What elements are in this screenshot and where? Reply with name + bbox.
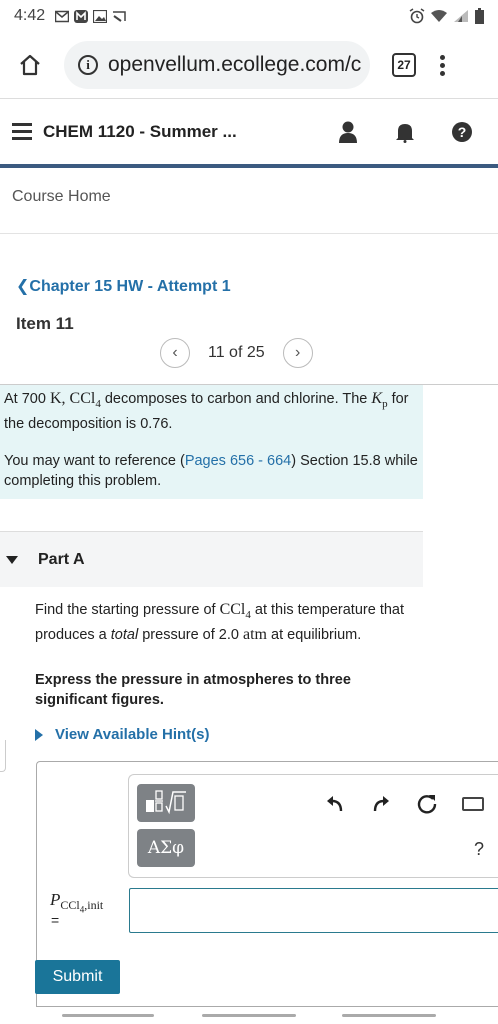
chevron-right-icon: › [294, 344, 301, 361]
submit-button[interactable]: Submit [35, 960, 120, 994]
info-icon[interactable]: i [78, 55, 98, 75]
problem-intro: At 700 K, CCl4 decomposes to carbon and … [0, 385, 423, 499]
reference-note: You may want to reference (Pages 656 - 6… [4, 452, 418, 489]
course-home-link[interactable]: Course Home [12, 188, 111, 206]
chevron-left-icon: ‹ [172, 344, 178, 361]
pager-text: 11 of 25 [208, 344, 265, 361]
collapse-triangle-icon [6, 555, 18, 564]
battery-icon [475, 8, 484, 24]
keyboard-icon[interactable] [462, 793, 484, 815]
item-pager: ‹ 11 of 25 › [160, 338, 313, 368]
expand-triangle-icon [35, 728, 43, 741]
question-text: Find the starting pressure of CCl4 at th… [35, 601, 405, 643]
notification-bell-icon[interactable] [394, 121, 416, 143]
address-bar[interactable]: i openvellum.ecollege.com/c [64, 41, 370, 89]
image-icon [93, 9, 108, 23]
nav-handle-left [62, 1014, 154, 1017]
previous-item-button[interactable]: ‹ [160, 338, 190, 368]
answer-input[interactable] [129, 888, 498, 933]
instruction-text: Express the pressure in atmospheres to t… [35, 672, 351, 708]
status-bar: 4:42 [0, 0, 498, 32]
part-label: Part A [38, 550, 85, 568]
item-title: Item 11 [16, 314, 74, 333]
chapter-link-label: Chapter 15 HW - Attempt 1 [29, 278, 231, 295]
math-toolbar: ΑΣφ ? [128, 774, 498, 878]
symbols-button[interactable]: ΑΣφ [137, 829, 195, 867]
undo-icon[interactable] [324, 793, 346, 815]
hamburger-menu-icon[interactable] [12, 123, 32, 140]
chapter-back-link[interactable]: ❮Chapter 15 HW - Attempt 1 [16, 276, 231, 296]
nav-handle-right [342, 1014, 436, 1017]
app-notification-icon [74, 9, 89, 23]
nav-handle-center [202, 1014, 296, 1017]
textbook-pages-link[interactable]: Pages 656 - 664 [185, 453, 291, 469]
header-divider [0, 164, 498, 168]
alarm-icon [409, 8, 425, 24]
equals-sign: = [51, 912, 60, 928]
reset-icon[interactable] [416, 793, 438, 815]
redo-icon[interactable] [370, 793, 392, 815]
part-a-header[interactable]: Part A [0, 532, 423, 587]
math-help-button[interactable]: ? [474, 839, 484, 860]
home-button[interactable] [10, 45, 50, 85]
next-item-button[interactable]: › [282, 338, 313, 368]
hint-label: View Available Hint(s) [55, 726, 210, 743]
gmail-icon [55, 10, 70, 22]
user-icon[interactable] [338, 121, 358, 143]
status-time: 4:42 [14, 7, 46, 24]
home-icon [20, 54, 40, 76]
section-edge [0, 740, 6, 772]
tab-count: 27 [397, 58, 411, 72]
fraction-root-icon [146, 790, 186, 815]
cast-icon [113, 10, 126, 22]
signal-icon [454, 10, 468, 22]
divider [0, 233, 498, 234]
intro-statement: At 700 K, CCl4 decomposes to carbon and … [4, 390, 409, 432]
chevron-left-icon: ❮ [16, 278, 30, 295]
templates-button[interactable] [137, 784, 195, 822]
url-text: openvellum.ecollege.com/c [108, 53, 362, 76]
tab-switcher-button[interactable]: 27 [392, 53, 416, 77]
help-icon[interactable]: ? [452, 121, 472, 142]
view-hints-link[interactable]: View Available Hint(s) [35, 726, 210, 743]
browser-toolbar: i openvellum.ecollege.com/c 27 [0, 32, 498, 98]
app-header: CHEM 1120 - Summer ... ? [0, 98, 498, 164]
browser-menu-button[interactable] [440, 54, 445, 76]
wifi-icon [431, 10, 447, 22]
course-title[interactable]: CHEM 1120 - Summer ... [43, 122, 237, 142]
